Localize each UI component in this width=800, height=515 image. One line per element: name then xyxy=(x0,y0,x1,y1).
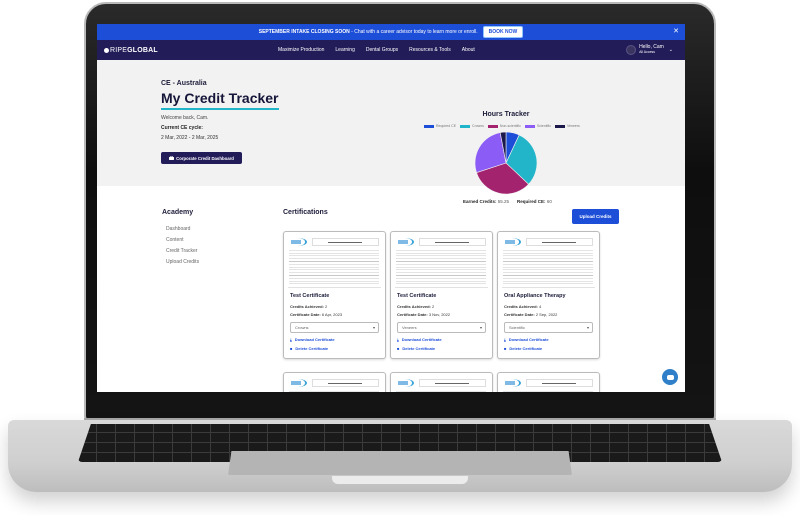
user-menu[interactable]: Hello, Cam All Access ⌄ xyxy=(626,45,673,55)
download-certificate-link[interactable]: ⤓ Download Certificate xyxy=(290,337,335,342)
briefcase-icon xyxy=(169,156,175,160)
certificate-thumbnail[interactable] xyxy=(502,376,595,392)
nav-link-resources-tools[interactable]: Resources & Tools xyxy=(409,47,451,53)
certificate-date: 2 Sep, 2022 xyxy=(535,312,558,317)
certificate-logo-icon xyxy=(289,238,307,246)
category-select[interactable]: Veneers ▾ xyxy=(397,322,486,333)
chevron-down-icon: ▾ xyxy=(372,325,375,330)
delete-certificate-link[interactable]: ■ Delete Certificate xyxy=(397,346,435,351)
certificate-card xyxy=(390,372,493,392)
legend-swatch xyxy=(554,124,565,128)
certificate-logo-icon xyxy=(503,379,521,387)
certificate-thumbnail[interactable] xyxy=(288,376,381,392)
legend-item: Scientific xyxy=(524,124,551,128)
nav-link-learning[interactable]: Learning xyxy=(335,47,354,53)
legend-item: Non-scientific xyxy=(487,124,521,128)
laptop-trackpad xyxy=(228,451,572,475)
certificate-title: Test Certificate xyxy=(290,293,330,299)
certificate-card xyxy=(497,372,600,392)
download-icon: ⤓ xyxy=(290,337,292,342)
chat-widget-button[interactable] xyxy=(662,369,678,385)
main-nav: RIPE GLOBAL Maximize Production Learning … xyxy=(97,40,685,60)
content-section: Academy Dashboard Content Credit Tracker… xyxy=(97,186,685,392)
promo-text: SEPTEMBER INTAKE CLOSING SOON - Chat wit… xyxy=(258,29,478,35)
legend-swatch xyxy=(460,124,471,128)
hero-section: CE - Australia My Credit Tracker Welcome… xyxy=(97,60,685,204)
logo-mark-icon xyxy=(104,47,109,53)
sidebar-item-dashboard[interactable]: Dashboard xyxy=(166,226,199,232)
upload-credits-button[interactable]: Upload Credits xyxy=(572,209,619,224)
legend-item: Veneers xyxy=(554,124,580,128)
user-plan: All Access xyxy=(639,50,656,54)
trash-icon: ■ xyxy=(290,346,293,351)
sidebar: Dashboard Content Credit Tracker Upload … xyxy=(166,226,199,270)
certificate-thumbnail[interactable] xyxy=(288,235,381,288)
credits-value: 2 xyxy=(432,304,435,309)
download-certificate-link[interactable]: ⤓ Download Certificate xyxy=(504,337,549,342)
welcome-text: Welcome back, Cam. xyxy=(161,115,209,121)
region-label: CE - Australia xyxy=(161,80,207,87)
certificate-thumbnail[interactable] xyxy=(395,235,488,288)
book-now-button[interactable]: BOOK NOW xyxy=(482,26,524,38)
certificate-title: Oral Appliance Therapy xyxy=(504,293,566,299)
legend-item: Crowns xyxy=(460,124,484,128)
credits-value: 2 xyxy=(325,304,328,309)
sidebar-heading: Academy xyxy=(162,209,194,216)
screen: SEPTEMBER INTAKE CLOSING SOON - Chat wit… xyxy=(97,24,685,392)
trash-icon: ■ xyxy=(397,346,400,351)
download-certificate-link[interactable]: ⤓ Download Certificate xyxy=(397,337,442,342)
certificate-card: Test Certificate Credits Achieved: 2 Cer… xyxy=(390,231,493,359)
page-title: My Credit Tracker xyxy=(161,90,279,106)
certificate-logo-icon xyxy=(503,238,521,246)
nav-link-dental-groups[interactable]: Dental Groups xyxy=(366,47,398,53)
certificate-thumbnail[interactable] xyxy=(502,235,595,288)
legend-item: Required CE xyxy=(424,124,456,128)
category-select[interactable]: Crowns ▾ xyxy=(290,322,379,333)
category-select[interactable]: Scientific ▾ xyxy=(504,322,593,333)
promo-banner: SEPTEMBER INTAKE CLOSING SOON - Chat wit… xyxy=(97,24,685,40)
certificate-title: Test Certificate xyxy=(397,293,437,299)
sidebar-item-upload-credits[interactable]: Upload Credits xyxy=(166,259,199,265)
certificate-date: 6 Apr, 2023 xyxy=(321,312,343,317)
credits-value: 4 xyxy=(539,304,542,309)
nav-link-maximize-production[interactable]: Maximize Production xyxy=(278,47,324,53)
corporate-dashboard-button[interactable]: Corporate Credit Dashboard xyxy=(161,152,242,164)
cycle-value: 2 Mar, 2022 - 2 Mar, 2025 xyxy=(161,135,219,141)
chevron-down-icon: ▾ xyxy=(479,325,482,330)
certifications-heading: Certifications xyxy=(283,209,328,216)
certificate-card xyxy=(283,372,386,392)
nav-link-about[interactable]: About xyxy=(462,47,475,53)
certificate-date: 3 Nov, 2022 xyxy=(428,312,451,317)
certificate-card: Oral Appliance Therapy Credits Achieved:… xyxy=(497,231,600,359)
nav-links: Maximize Production Learning Dental Grou… xyxy=(278,47,475,53)
ripe-global-logo[interactable]: RIPE GLOBAL xyxy=(104,47,158,54)
certificate-thumbnail[interactable] xyxy=(395,376,488,392)
download-icon: ⤓ xyxy=(504,337,506,342)
certificate-logo-icon xyxy=(396,379,414,387)
certificate-logo-icon xyxy=(396,238,414,246)
close-icon[interactable]: ✕ xyxy=(673,27,679,35)
chevron-down-icon: ⌄ xyxy=(668,47,673,53)
chevron-down-icon: ▾ xyxy=(586,325,589,330)
chart-legend: Required CE Crowns Non-scientific Scient… xyxy=(424,124,580,128)
certificate-card: Test Certificate Credits Achieved: 2 Cer… xyxy=(283,231,386,359)
download-icon: ⤓ xyxy=(397,337,399,342)
trash-icon: ■ xyxy=(504,346,507,351)
sidebar-item-content[interactable]: Content xyxy=(166,237,199,243)
sidebar-item-credit-tracker[interactable]: Credit Tracker xyxy=(166,248,199,254)
delete-certificate-link[interactable]: ■ Delete Certificate xyxy=(290,346,328,351)
delete-certificate-link[interactable]: ■ Delete Certificate xyxy=(504,346,542,351)
title-underline xyxy=(161,108,279,110)
certificate-logo-icon xyxy=(289,379,307,387)
chart-title: Hours Tracker xyxy=(482,111,530,118)
legend-swatch xyxy=(524,124,535,128)
avatar xyxy=(626,45,637,55)
legend-swatch xyxy=(424,124,434,128)
cycle-label: Current CE cycle: xyxy=(161,125,203,131)
laptop-notch xyxy=(332,476,468,484)
legend-swatch xyxy=(487,124,498,128)
